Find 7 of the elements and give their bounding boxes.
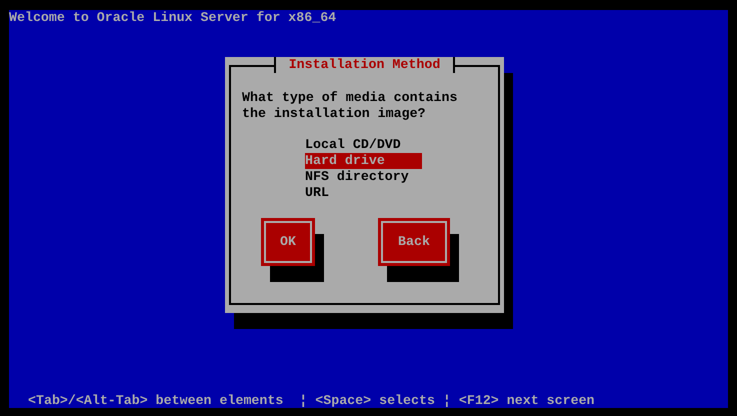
question-text: What type of media contains the installation image?: [242, 90, 458, 122]
dialog-title: Installation Method: [274, 57, 456, 73]
status-bar-text: <Tab>/<Alt-Tab> between elements ¦ <Space> selects ¦ <F12> next screen: [28, 393, 595, 409]
media-option[interactable]: NFS directory: [305, 169, 422, 185]
media-option[interactable]: Local CD/DVD: [305, 137, 422, 153]
media-option[interactable]: URL: [305, 185, 422, 201]
welcome-title: Welcome to Oracle Linux Server for x86_64: [9, 10, 336, 26]
